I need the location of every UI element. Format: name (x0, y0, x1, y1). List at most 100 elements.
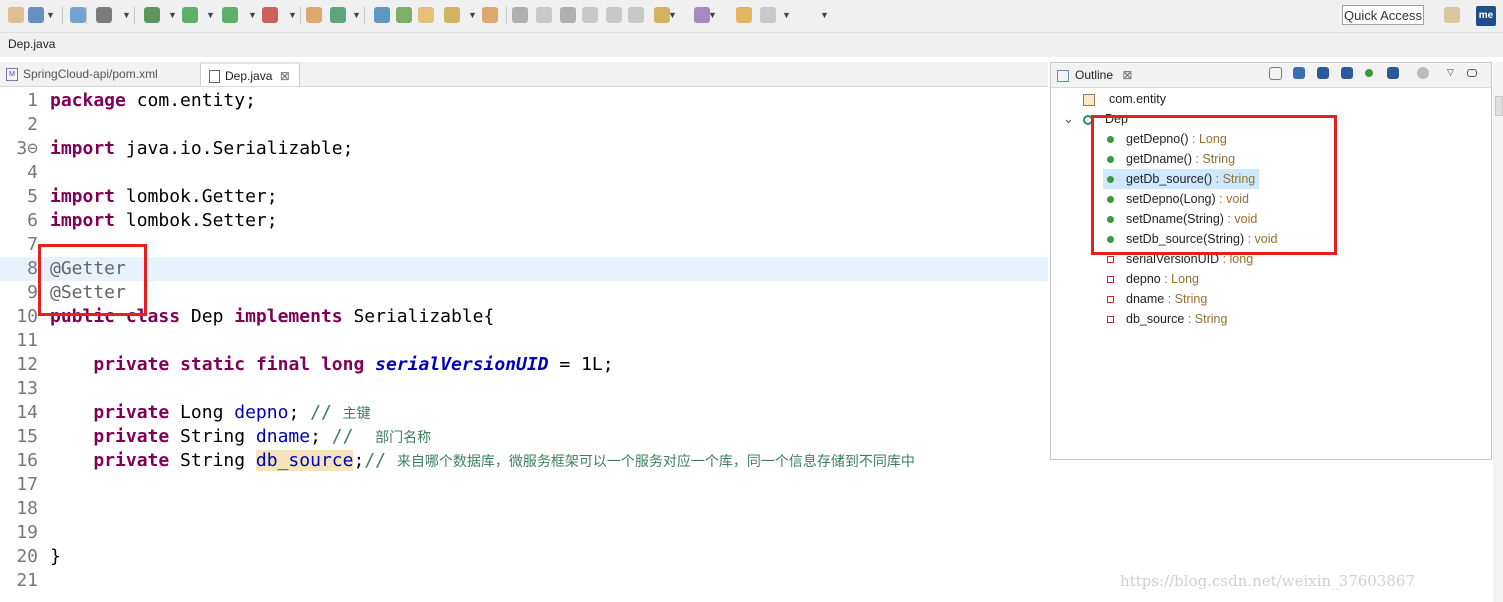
line-number: 3⊖ (16, 138, 38, 159)
code-line[interactable]: 12 private static final long serialVersi… (0, 353, 1048, 377)
perspective-icon[interactable] (1444, 7, 1460, 23)
code-line[interactable]: 8 @Getter (0, 257, 1048, 281)
outline-item[interactable]: com.entity (1083, 89, 1166, 109)
refresh-icon[interactable] (330, 7, 346, 23)
code-line[interactable]: 17 (0, 473, 1048, 497)
code-line[interactable]: 10 public class Dep implements Serializab… (0, 305, 1048, 329)
code-line[interactable]: 1 package com.entity; (0, 89, 1048, 113)
dropdown-arrow-icon[interactable]: ▼ (46, 10, 55, 20)
globe-icon[interactable] (70, 7, 86, 23)
code-line[interactable]: 19 (0, 521, 1048, 545)
line-number: 2 (27, 114, 38, 135)
outline-item[interactable]: depno : Long (1107, 269, 1199, 289)
java-ee-perspective-button[interactable]: me (1476, 6, 1496, 26)
code-line[interactable]: 4 (0, 161, 1048, 185)
new-file-icon[interactable] (8, 7, 24, 23)
code-line[interactable]: 18 (0, 497, 1048, 521)
link-icon[interactable] (560, 7, 576, 23)
code-token: serialVersionUID (375, 354, 549, 375)
code-line[interactable]: 21 (0, 569, 1048, 593)
doc-icon[interactable] (606, 7, 622, 23)
run-icon[interactable] (182, 7, 198, 23)
dropdown-arrow-icon[interactable]: ▼ (708, 10, 717, 20)
open-type-icon[interactable] (374, 7, 390, 23)
stop-icon[interactable] (262, 7, 278, 23)
dropdown-arrow-icon[interactable]: ▼ (468, 10, 477, 20)
code-token: } (50, 546, 61, 567)
dropdown-arrow-icon[interactable]: ▼ (352, 10, 361, 20)
quick-access-field[interactable]: Quick Access (1342, 5, 1424, 25)
code-token: long (320, 354, 365, 375)
code-line[interactable]: 7 (0, 233, 1048, 257)
outline-item[interactable]: dname : String (1107, 289, 1207, 309)
folder-icon[interactable] (418, 7, 434, 23)
close-icon[interactable]: ⊠ (1122, 68, 1132, 82)
code-line[interactable]: 16 private String db_source;// 来自哪个数据库，微… (0, 449, 1048, 473)
minimize-icon[interactable] (1467, 69, 1477, 77)
dropdown-arrow-icon[interactable]: ▼ (168, 10, 177, 20)
outline-item-type: : String (1184, 312, 1228, 326)
tab-dep-java[interactable]: Dep.java ⊠ (200, 62, 300, 86)
hide-local-types-icon[interactable] (1387, 67, 1399, 79)
hide-nonpublic-icon[interactable] (1365, 69, 1373, 77)
code-token: ; (353, 450, 365, 471)
code-line[interactable]: 15 private String dname; // 部门名称 (0, 425, 1048, 449)
dropdown-arrow-icon[interactable]: ▼ (782, 10, 791, 20)
hide-static-icon[interactable] (1341, 67, 1353, 79)
code-line[interactable]: 20} (0, 545, 1048, 569)
chevron-down-icon[interactable]: ⌄ (1063, 109, 1074, 129)
tab-pom-xml[interactable]: M SpringCloud-api/pom.xml (6, 62, 196, 86)
marker-icon[interactable] (512, 7, 528, 23)
code-line[interactable]: 13 (0, 377, 1048, 401)
code-line[interactable]: 11 (0, 329, 1048, 353)
line-number: 7 (27, 234, 38, 255)
search-icon[interactable] (28, 7, 44, 23)
hide-fields-icon[interactable] (1317, 67, 1329, 79)
dropdown-arrow-icon[interactable]: ▼ (288, 10, 297, 20)
forward-icon[interactable] (760, 7, 776, 23)
code-line[interactable]: 6 import lombok.Setter; (0, 209, 1048, 233)
dropdown-arrow-icon[interactable]: ▼ (206, 10, 215, 20)
code-line[interactable]: 3⊖ import java.io.Serializable; (0, 137, 1048, 161)
outline-item[interactable]: db_source : String (1107, 309, 1227, 329)
dropdown-arrow-icon[interactable]: ▼ (122, 10, 131, 20)
line-number: 8 (27, 258, 38, 279)
close-icon[interactable]: ⊠ (280, 69, 290, 83)
code-line[interactable]: 2 (0, 113, 1048, 137)
pin-icon[interactable] (444, 7, 460, 23)
dropdown-arrow-icon[interactable]: ▼ (248, 10, 257, 20)
code-line[interactable]: 14 private Long depno; // 主键 (0, 401, 1048, 425)
dropdown-arrow-icon[interactable]: ▼ (668, 10, 677, 20)
run-config-icon[interactable] (222, 7, 238, 23)
toolbar-separator (134, 6, 135, 24)
link-with-editor-icon[interactable] (1417, 67, 1429, 79)
code-token: private (93, 354, 170, 375)
restore-icon[interactable] (1495, 96, 1503, 116)
outline-view: Outline ⊠ ▽ com.entity ⌄ Dep getDepno() : L… (1050, 62, 1492, 460)
sort-icon[interactable] (1293, 67, 1305, 79)
code-token: final (255, 354, 311, 375)
paragraph-icon[interactable] (628, 7, 644, 23)
package-icon[interactable] (482, 7, 498, 23)
code-line[interactable]: 9 @Setter (0, 281, 1048, 305)
open-folder-icon[interactable] (396, 7, 412, 23)
back-icon[interactable] (736, 7, 752, 23)
editor-area-title: Dep.java (0, 33, 1503, 57)
window-title: Dep.java (8, 37, 56, 51)
tab-outline[interactable]: Outline ⊠ (1057, 63, 1132, 87)
collapse-all-icon[interactable] (1269, 67, 1282, 80)
main-toolbar: ▼ ▼ ▼ ▼ ▼ ▼ ▼ ▼ ▼ ▼ ▼ ▼ Quick Access me (0, 0, 1503, 33)
code-line[interactable]: 5 import lombok.Getter; (0, 185, 1048, 209)
code-text: package com.entity; (50, 89, 256, 113)
pencil-icon[interactable] (536, 7, 552, 23)
build-icon[interactable] (306, 7, 322, 23)
view-menu-icon[interactable]: ▽ (1447, 67, 1454, 78)
dropdown-arrow-icon[interactable]: ▼ (820, 10, 829, 20)
terminal-icon[interactable] (96, 7, 112, 23)
code-editor[interactable]: 1 package com.entity; 2 3⊖ import java.io.Se… (0, 87, 1048, 602)
copy-icon[interactable] (582, 7, 598, 23)
tab-label: SpringCloud-api/pom.xml (23, 67, 158, 81)
debug-icon[interactable] (144, 7, 160, 23)
toolbar-separator (62, 6, 63, 24)
